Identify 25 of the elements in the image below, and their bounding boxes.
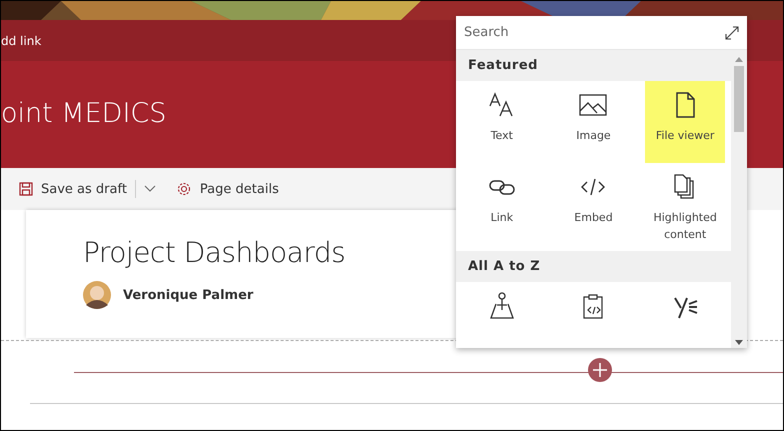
expand-icon[interactable] <box>725 26 739 40</box>
add-section-button[interactable] <box>588 358 612 382</box>
page-details-button[interactable]: Page details <box>176 181 279 197</box>
scrollbar[interactable] <box>731 50 747 348</box>
scroll-thumb[interactable] <box>734 66 744 132</box>
save-draft-button[interactable]: Save as draft <box>19 182 127 196</box>
site-title: oint MEDICS <box>1 98 166 129</box>
author-name: Veronique Palmer <box>123 288 254 302</box>
pin-icon <box>488 292 516 320</box>
settings-icon <box>176 181 192 197</box>
section-heading: All A to Z <box>467 258 542 276</box>
nav-link[interactable]: dd link <box>1 34 42 48</box>
web-part-tile[interactable]: Text <box>462 81 542 163</box>
web-part-tile[interactable]: Embed <box>553 163 634 245</box>
plus-icon <box>593 363 607 377</box>
page-title: Project Dashboards <box>83 236 346 269</box>
web-part-tile[interactable]: Image <box>553 81 634 163</box>
chevron-down-icon[interactable] <box>144 185 156 193</box>
web-part-tile[interactable]: Link <box>462 163 542 245</box>
web-part-tile[interactable]: Highlighted content <box>645 163 726 245</box>
save-icon <box>19 182 33 196</box>
section-heading: Featured <box>467 57 539 75</box>
avatar <box>83 281 111 309</box>
web-part-tile[interactable]: File viewer <box>645 81 726 163</box>
scroll-down-icon[interactable] <box>735 340 743 346</box>
